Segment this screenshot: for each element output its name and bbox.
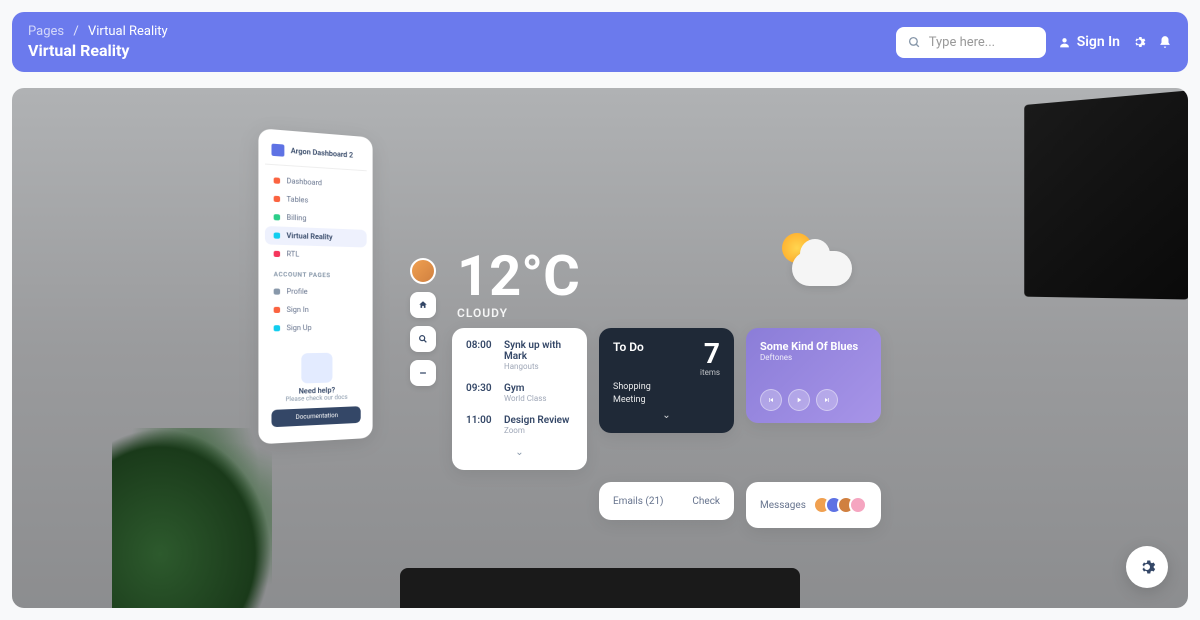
messages-card[interactable]: Messages (746, 482, 881, 528)
sidebar-item-label: Virtual Reality (287, 232, 333, 242)
sidebar-item-label: Sign Up (287, 324, 312, 332)
settings-icon[interactable] (1132, 35, 1146, 49)
cloud-icon (792, 251, 852, 286)
messages-label: Messages (760, 500, 806, 511)
sidebar-section-label: ACCOUNT PAGES (265, 263, 367, 284)
rtl-icon (274, 251, 280, 257)
header-right: Sign In (896, 27, 1172, 58)
brand-icon (271, 144, 284, 157)
emails-label: Emails (21) (613, 496, 664, 507)
help-icon (301, 353, 332, 384)
settings-fab[interactable] (1126, 546, 1168, 588)
prev-button[interactable] (760, 389, 782, 411)
vr-icon (274, 232, 280, 238)
header-left: Pages / Virtual Reality Virtual Reality (28, 24, 168, 60)
page-title: Virtual Reality (28, 41, 168, 60)
sidebar-item-label: Tables (287, 195, 309, 204)
chevron-down-icon[interactable]: ⌄ (613, 410, 720, 421)
sidebar-item-label: Sign In (287, 306, 309, 314)
documentation-button[interactable]: Documentation (271, 406, 360, 427)
avatar[interactable] (849, 496, 867, 514)
sidebar-item-profile[interactable]: Profile (265, 282, 367, 301)
todo-count: 7 (700, 340, 720, 368)
plant-decoration (112, 428, 272, 608)
speaker-decoration (1024, 90, 1188, 299)
schedule-title: Design Review (504, 415, 569, 426)
schedule-title: Synk up with Mark (504, 340, 573, 362)
weather-widget: 12°C CLOUDY (457, 248, 580, 320)
breadcrumb: Pages / Virtual Reality (28, 24, 168, 39)
schedule-sub: World Class (504, 394, 546, 403)
schedule-card: 08:00 Synk up with Mark Hangouts 09:30 G… (452, 328, 587, 470)
search-box[interactable] (896, 27, 1046, 58)
music-controls (760, 389, 867, 411)
sidebar-item-label: Billing (287, 214, 307, 223)
header: Pages / Virtual Reality Virtual Reality … (12, 12, 1188, 72)
schedule-item[interactable]: 11:00 Design Review Zoom (466, 415, 573, 435)
schedule-time: 11:00 (466, 415, 496, 435)
search-input[interactable] (929, 35, 1034, 50)
bench-decoration (400, 568, 800, 608)
brand-text: Argon Dashboard 2 (291, 147, 353, 160)
schedule-sub: Hangouts (504, 362, 573, 371)
temperature: 12°C (457, 248, 580, 304)
todo-title: To Do (613, 340, 644, 354)
bell-icon[interactable] (1158, 35, 1172, 49)
music-title: Some Kind Of Blues (760, 340, 867, 353)
minimize-button[interactable] (410, 360, 436, 386)
sidebar-item-label: RTL (287, 250, 300, 258)
todo-items-label: items (700, 368, 720, 377)
sidebar-item-label: Profile (287, 288, 308, 296)
sign-in-link[interactable]: Sign In (1058, 34, 1120, 50)
schedule-item[interactable]: 09:30 Gym World Class (466, 383, 573, 403)
chevron-down-icon[interactable]: ⌄ (466, 447, 573, 458)
schedule-time: 09:30 (466, 383, 496, 403)
vr-stage: Argon Dashboard 2 Dashboard Tables Billi… (12, 88, 1188, 608)
sidebar-item-signin[interactable]: Sign In (265, 301, 367, 319)
todo-sub: Shopping Meeting (613, 381, 720, 406)
next-button[interactable] (816, 389, 838, 411)
breadcrumb-root[interactable]: Pages (28, 24, 64, 39)
schedule-time: 08:00 (466, 340, 496, 371)
sidebar-item-rtl[interactable]: RTL (265, 244, 367, 265)
weather-icon (772, 233, 862, 293)
avatars-group (819, 496, 867, 514)
breadcrumb-sep: / (73, 24, 78, 39)
sign-in-label: Sign In (1077, 34, 1120, 50)
schedule-sub: Zoom (504, 426, 569, 435)
signup-icon (274, 325, 280, 331)
breadcrumb-current: Virtual Reality (88, 24, 168, 39)
search-button[interactable] (410, 326, 436, 352)
emails-check-link[interactable]: Check (692, 496, 720, 507)
todo-card[interactable]: To Do 7 items Shopping Meeting ⌄ (599, 328, 734, 433)
sidebar-item-label: Dashboard (287, 177, 323, 187)
sidebar-brand[interactable]: Argon Dashboard 2 (265, 139, 367, 171)
dashboard-icon (274, 177, 280, 183)
billing-icon (274, 214, 280, 220)
home-button[interactable] (410, 292, 436, 318)
play-button[interactable] (788, 389, 810, 411)
user-icon (1058, 36, 1071, 49)
search-icon (908, 36, 921, 49)
tables-icon (274, 196, 280, 202)
music-artist: Deftones (760, 353, 867, 362)
sidebar-help: Need help? Please check our docs Documen… (265, 346, 367, 433)
schedule-title: Gym (504, 383, 546, 394)
weather-condition: CLOUDY (457, 306, 580, 320)
schedule-item[interactable]: 08:00 Synk up with Mark Hangouts (466, 340, 573, 371)
profile-icon (274, 289, 280, 295)
dashboard-panels: 08:00 Synk up with Mark Hangouts 09:30 G… (452, 328, 902, 528)
mini-nav (410, 258, 436, 386)
sidebar: Argon Dashboard 2 Dashboard Tables Billi… (258, 128, 372, 444)
signin-icon (274, 307, 280, 313)
avatar[interactable] (410, 258, 436, 284)
sidebar-item-signup[interactable]: Sign Up (265, 319, 367, 338)
emails-card[interactable]: Emails (21) Check (599, 482, 734, 520)
music-card: Some Kind Of Blues Deftones (746, 328, 881, 423)
